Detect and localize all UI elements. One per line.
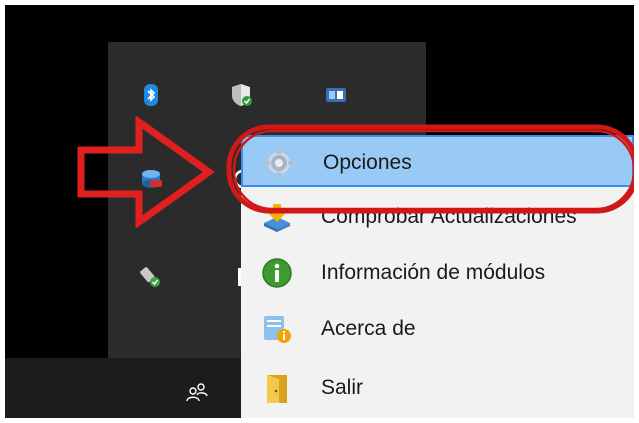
about-icon <box>261 313 293 345</box>
menu-item-label: Información de módulos <box>321 261 546 284</box>
red-arrow-annotation <box>77 116 215 228</box>
menu-item-salir[interactable]: Salir <box>241 362 634 414</box>
exit-door-icon <box>261 372 293 404</box>
bluetooth-icon[interactable] <box>138 82 164 108</box>
red-oval-annotation <box>226 124 634 214</box>
menu-item-acerca-de[interactable]: Acerca de <box>241 303 634 355</box>
menu-item-label: Acerca de <box>321 317 416 340</box>
desktop-background: Opciones Comprobar Actualizaciones Infor… <box>5 5 634 418</box>
screenshot: Opciones Comprobar Actualizaciones Infor… <box>0 0 639 423</box>
menu-item-label: Salir <box>321 376 364 399</box>
info-icon <box>261 257 293 289</box>
network-app-icon[interactable] <box>323 82 349 108</box>
menu-item-informacion-modulos[interactable]: Información de módulos <box>241 247 634 299</box>
usb-drive-icon[interactable] <box>138 264 164 290</box>
windows-security-icon[interactable] <box>228 82 254 108</box>
people-icon[interactable] <box>185 382 209 402</box>
